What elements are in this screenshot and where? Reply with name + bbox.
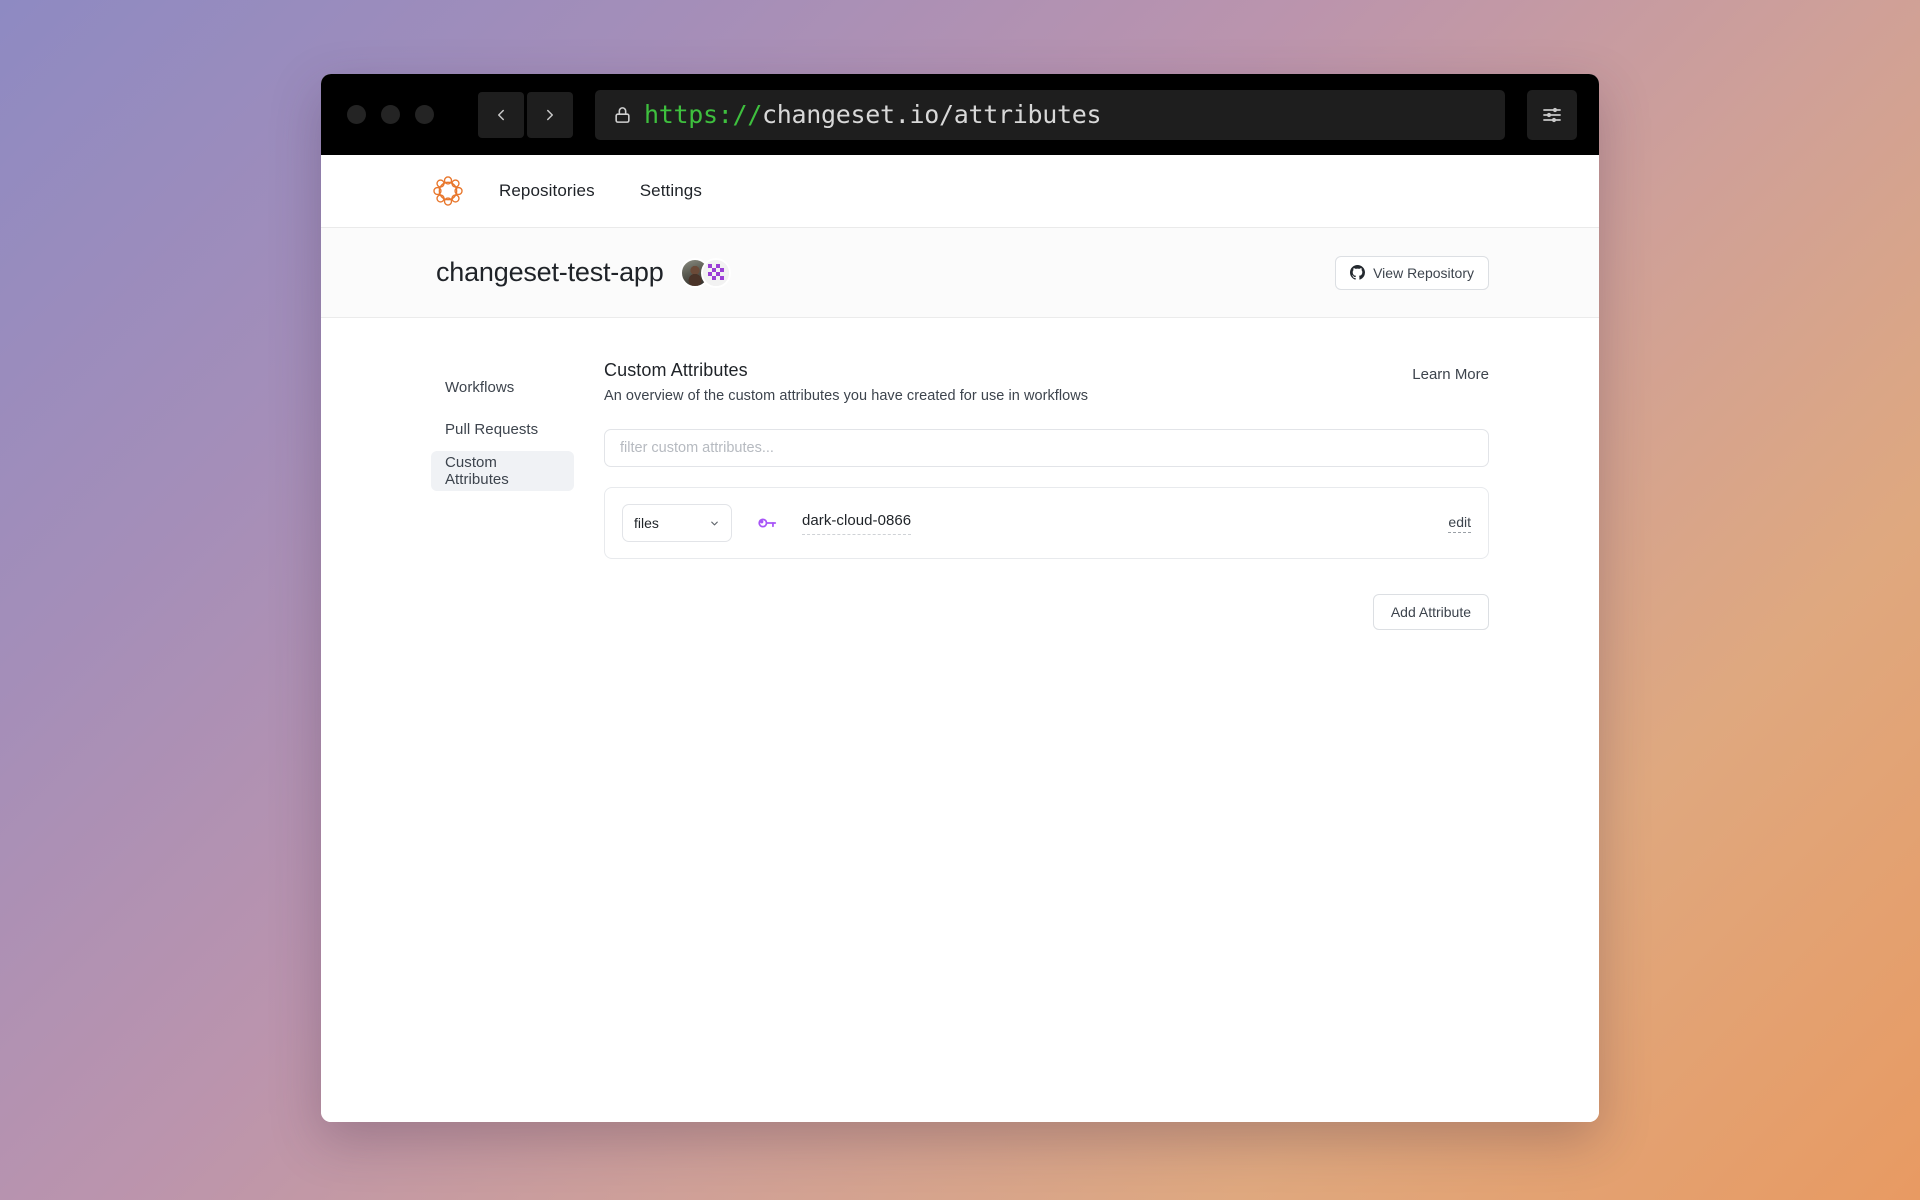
forward-button[interactable] (527, 91, 573, 138)
page-body: Workflows Pull Requests Custom Attribute… (321, 318, 1599, 1122)
view-repository-label: View Repository (1373, 264, 1474, 281)
content-header: Custom Attributes An overview of the cus… (604, 360, 1489, 404)
key-icon (756, 512, 778, 534)
identicon-pattern-icon (702, 259, 729, 286)
address-bar[interactable]: https://changeset.io/attributes (595, 89, 1505, 140)
sidebar-item-label: Workflows (445, 378, 515, 396)
sidebar: Workflows Pull Requests Custom Attribute… (431, 360, 574, 1122)
chevron-left-icon (498, 109, 504, 120)
minimize-window-button[interactable] (381, 105, 400, 124)
content-heading-group: Custom Attributes An overview of the cus… (604, 360, 1412, 404)
content-title: Custom Attributes (604, 360, 748, 380)
table-row: files dark-cloud-0866 edit (605, 488, 1488, 558)
sidebar-item-label: Pull Requests (445, 420, 539, 438)
close-window-button[interactable] (347, 105, 366, 124)
browser-settings-button[interactable] (1527, 89, 1577, 140)
url-scheme: https:// (644, 100, 763, 129)
attribute-type-select[interactable]: files (622, 504, 732, 542)
maximize-window-button[interactable] (415, 105, 434, 124)
url-text: https://changeset.io/attributes (644, 100, 1102, 129)
github-icon (1350, 265, 1366, 280)
add-attribute-button[interactable]: Add Attribute (1372, 594, 1489, 630)
sliders-icon (1543, 107, 1561, 122)
learn-more-link[interactable]: Learn More (1412, 360, 1489, 383)
filter-attributes-input[interactable] (604, 429, 1489, 467)
sidebar-item-label: Custom Attributes (445, 454, 509, 488)
url-host: changeset.io/attributes (762, 100, 1102, 129)
sidebar-item-workflows[interactable]: Workflows (431, 367, 574, 407)
page-title: changeset-test-app (436, 257, 664, 287)
browser-toolbar: https://changeset.io/attributes (321, 74, 1599, 155)
nav-link-repositories[interactable]: Repositories (499, 181, 595, 201)
identicon-avatar[interactable] (700, 257, 731, 288)
back-button[interactable] (478, 91, 524, 138)
repository-header: changeset-test-app View Repository (321, 228, 1599, 318)
chevron-right-icon (547, 109, 553, 120)
panel-actions: Add Attribute (604, 594, 1489, 630)
sidebar-item-pull-requests[interactable]: Pull Requests (431, 409, 574, 449)
attributes-panel: files dark-cloud-0866 edit (604, 487, 1489, 559)
app-navigation-bar: Repositories Settings (321, 155, 1599, 228)
sidebar-item-custom-attributes[interactable]: Custom Attributes (431, 451, 574, 491)
browser-window: https://changeset.io/attributes Reposito… (321, 74, 1599, 1122)
window-controls (347, 105, 434, 124)
attribute-name-value[interactable]: dark-cloud-0866 (802, 512, 912, 535)
chevron-down-icon (711, 521, 718, 525)
attribute-type-value: files (634, 515, 659, 531)
lock-icon (615, 106, 630, 123)
main-content: Custom Attributes An overview of the cus… (574, 360, 1489, 1122)
changeset-logo-icon[interactable] (431, 174, 465, 208)
edit-attribute-link[interactable]: edit (1448, 514, 1471, 533)
view-repository-button[interactable]: View Repository (1335, 255, 1489, 290)
content-subtitle: An overview of the custom attributes you… (604, 388, 1089, 404)
avatar-stack (679, 257, 731, 288)
nav-link-settings[interactable]: Settings (640, 181, 702, 201)
repository-title-group: changeset-test-app (436, 257, 731, 288)
browser-nav-buttons (478, 91, 573, 138)
